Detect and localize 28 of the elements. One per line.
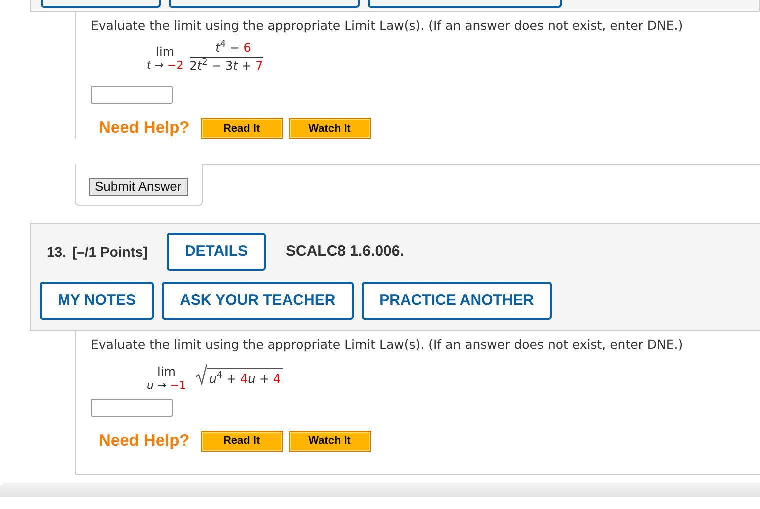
answer-field[interactable]	[91, 398, 173, 416]
question-prompt: Evaluate the limit using the appropriate Limit Law(s). (If an answer does not exist, enter DNE.)	[91, 18, 684, 33]
question-number: 13.	[47, 244, 66, 260]
help-button[interactable]: Read It	[200, 430, 283, 452]
square-root-expression: u$^{4}$ + 4u + 4	[196, 364, 284, 386]
help-button[interactable]: Read It	[200, 118, 283, 139]
help-button[interactable]: Watch It	[288, 430, 371, 452]
question-action-button[interactable]: MY NOTES	[40, 282, 154, 320]
limit-approach: u → −1	[147, 378, 186, 392]
limit-approach: t → −2	[147, 58, 184, 72]
fraction-expression: t$^{4}$ − 6 2t$^{2}$ − 3t + 7	[190, 41, 264, 74]
submit-answer-button[interactable]: Submit Answer	[89, 178, 188, 196]
answer-field[interactable]	[91, 86, 173, 104]
problem-code: SCALC8 1.6.006.	[286, 243, 404, 260]
details-button[interactable]: DETAILS	[166, 232, 266, 270]
cut-off-button[interactable]	[169, 0, 360, 8]
help-button[interactable]: Watch It	[288, 118, 371, 139]
limit-operator: lim	[158, 366, 176, 378]
question-action-button[interactable]: PRACTICE ANOTHER	[362, 282, 552, 320]
need-help-label: Need Help?	[99, 119, 190, 138]
radical-sign-icon	[196, 364, 208, 386]
question-action-button[interactable]: ASK YOUR TEACHER	[162, 282, 354, 320]
cut-off-button[interactable]	[41, 0, 161, 8]
cut-off-button[interactable]	[368, 0, 562, 8]
limit-operator: lim	[156, 46, 175, 58]
question-prompt: Evaluate the limit using the appropriate Limit Law(s). (If an answer does not exist, enter DNE.)	[91, 336, 684, 352]
points-label: [–/1 Points]	[72, 244, 148, 260]
need-help-label: Need Help?	[99, 432, 190, 450]
